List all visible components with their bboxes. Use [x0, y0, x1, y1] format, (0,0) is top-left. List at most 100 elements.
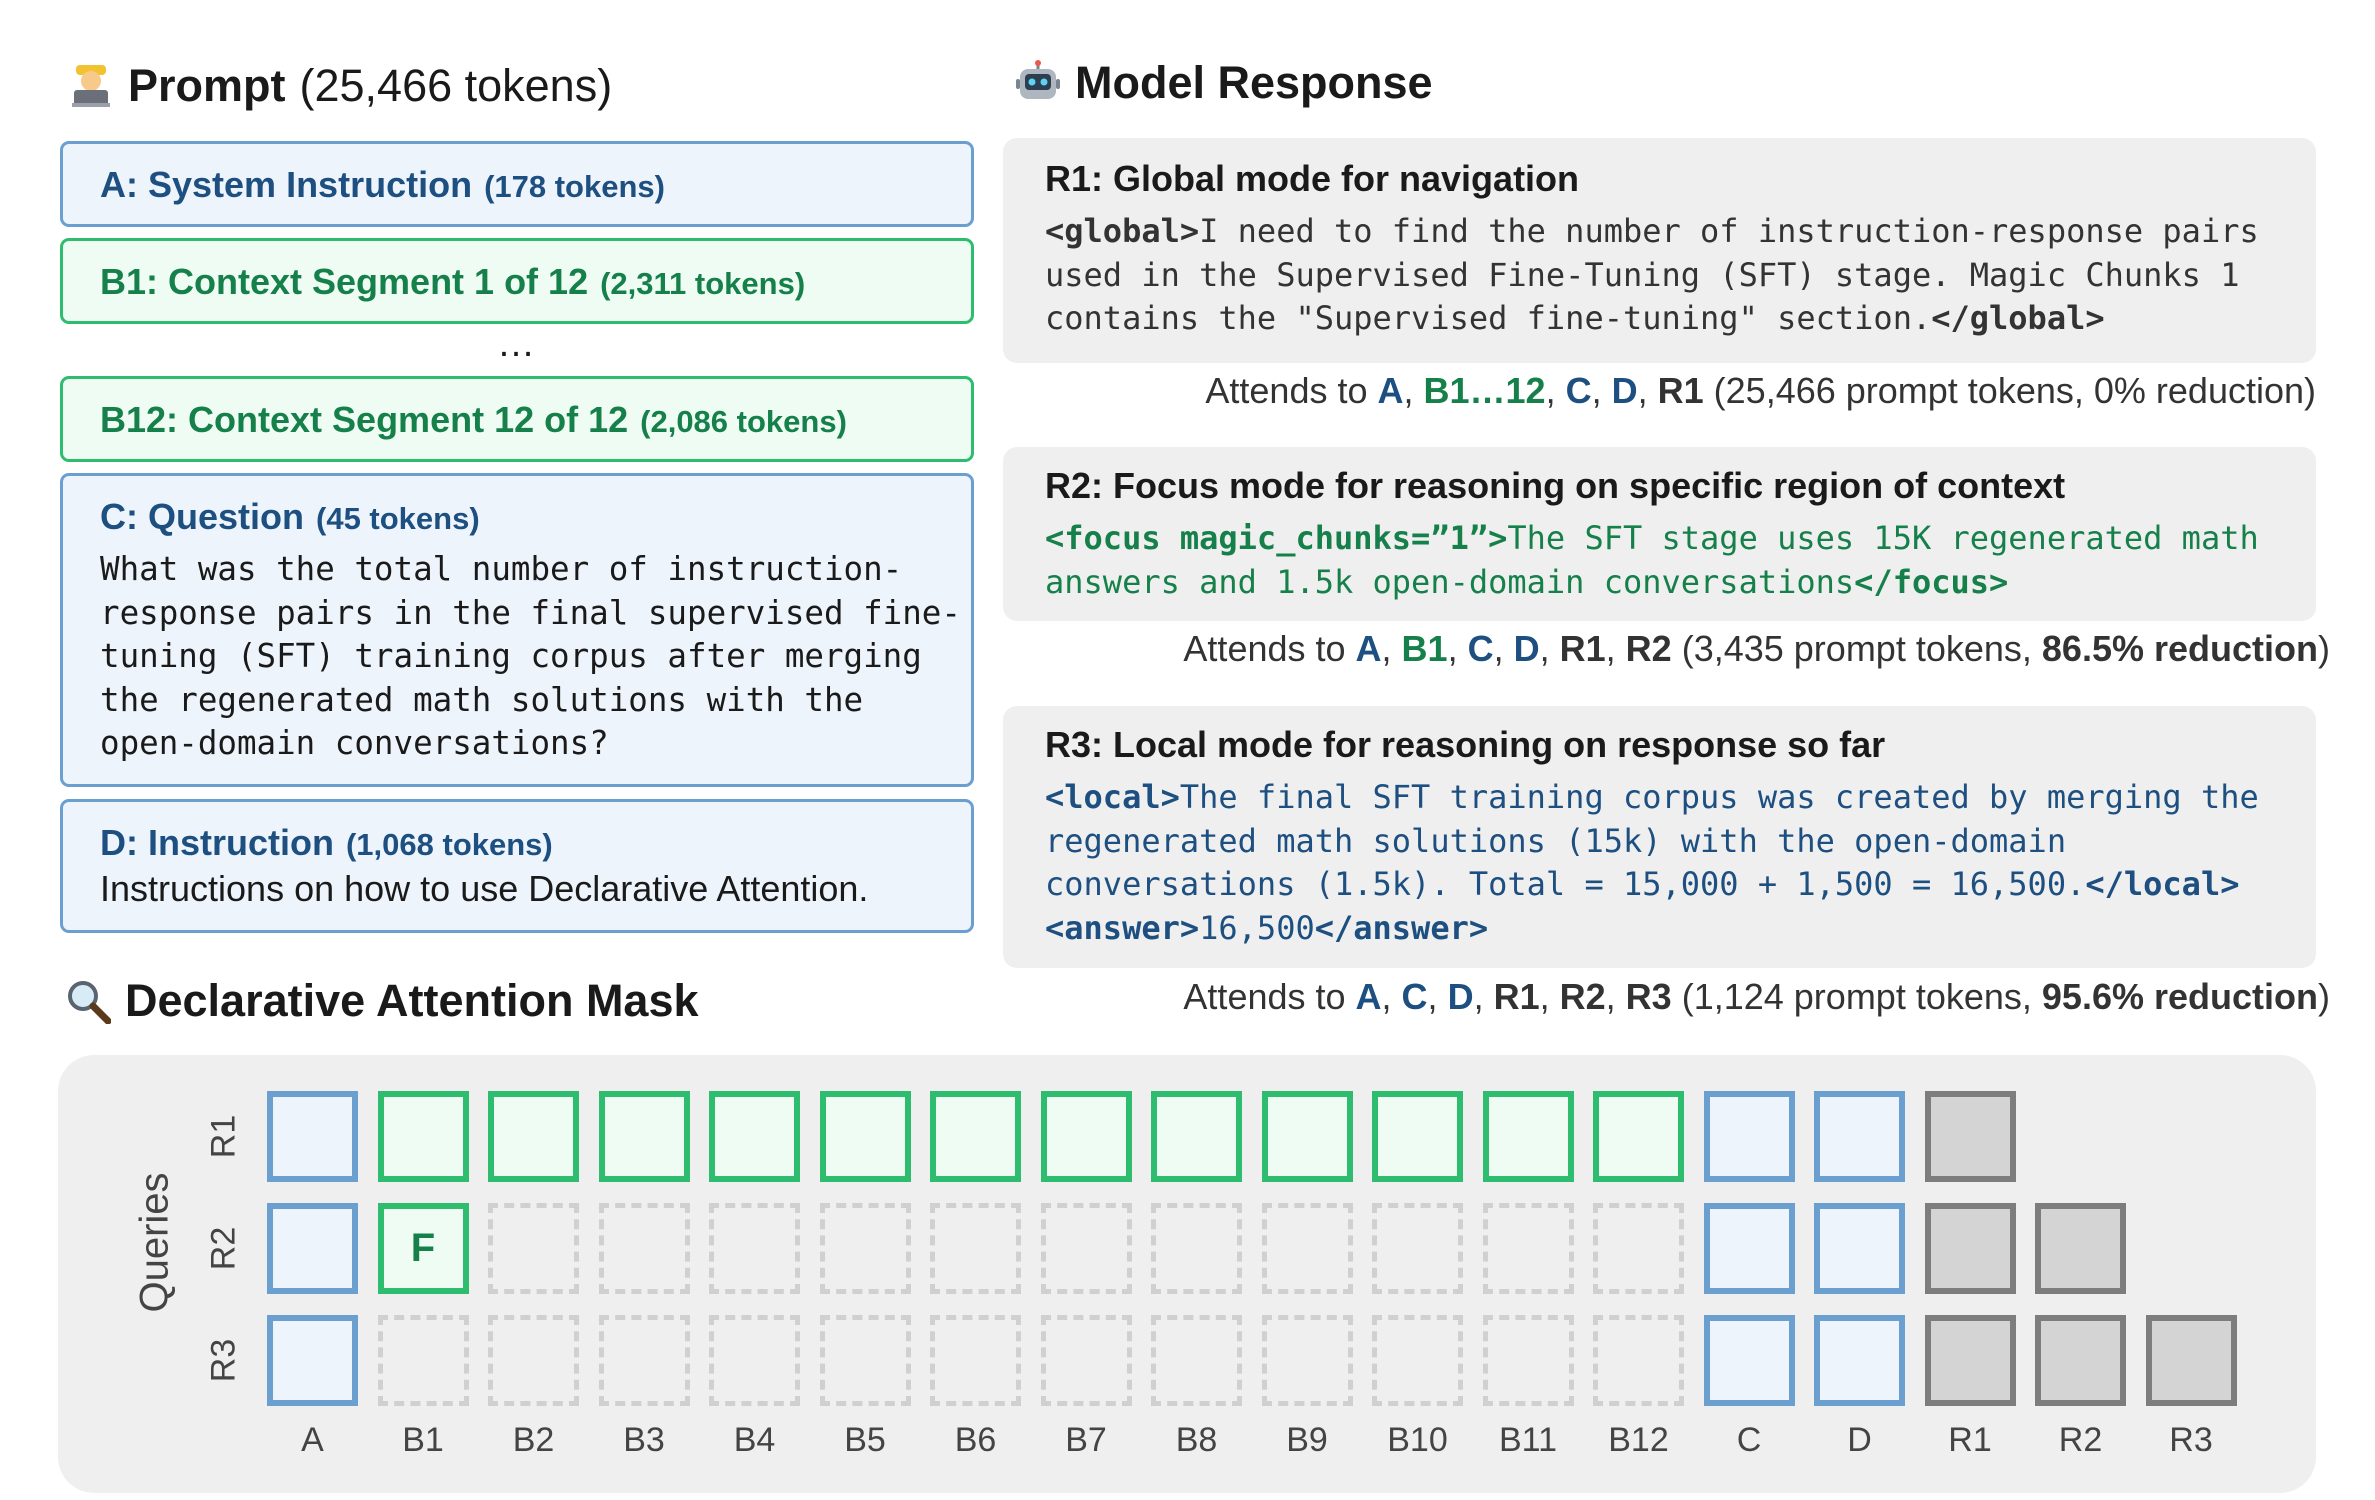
mask-cell-blue [267, 1203, 358, 1294]
mask-cell-green [819, 1091, 911, 1182]
local-text: The final SFT training corpus was create… [1045, 778, 2259, 903]
mask-cell-empty [1593, 1315, 1684, 1406]
mask-cell-empty [1372, 1203, 1463, 1294]
mask-cell-empty [819, 1315, 911, 1406]
mask-cell-green [488, 1091, 579, 1182]
mask-column-label: C [1736, 1421, 1762, 1459]
technologist-emoji-icon [68, 63, 114, 109]
robot-emoji-icon [1015, 60, 1061, 106]
mask-cell-green [1261, 1091, 1353, 1182]
mask-cell-blue [1703, 1091, 1795, 1182]
instruction-text: Instructions on how to use Declarative A… [100, 868, 869, 909]
mask-cell-empty [488, 1203, 579, 1294]
mask-cell-green [598, 1091, 690, 1182]
question-text: What was the total number of instruction… [100, 550, 961, 762]
mask-row-label: R3 [204, 1338, 243, 1382]
mask-cell-empty [1261, 1203, 1353, 1294]
mask-row-label: R1 [204, 1114, 243, 1158]
mask-cell-gray [1924, 1315, 2016, 1406]
response-r1-panel: R1: Global mode for navigation <global>I… [1003, 138, 2316, 363]
mask-cell-empty [598, 1315, 690, 1406]
mask-cell-empty [1372, 1315, 1463, 1406]
mask-column-label: B3 [623, 1421, 665, 1459]
answer-open-tag: <answer> [1045, 908, 1200, 947]
mask-cell-empty [377, 1315, 469, 1406]
mask-cell-green [377, 1091, 469, 1182]
mask-cell-empty [709, 1315, 800, 1406]
focus-open-tag: <focus magic_chunks=”1”> [1045, 519, 1508, 557]
response-r2-body: <focus magic_chunks=”1”>The SFT stage us… [1045, 517, 2259, 604]
mask-cell-empty [1261, 1315, 1353, 1406]
mask-cell-empty [1040, 1315, 1132, 1406]
context-segment-1-label: B1: Context Segment 1 of 12 [100, 261, 589, 302]
mask-cell-empty [1151, 1315, 1242, 1406]
response-r2-panel: R2: Focus mode for reasoning on specific… [1003, 447, 2316, 621]
instruction-tokens: (1,068 tokens) [345, 827, 553, 862]
queries-axis-label: Queries [132, 1172, 177, 1313]
response-r3-panel: R3: Local mode for reasoning on response… [1003, 706, 2316, 968]
mask-cell-empty [1151, 1203, 1242, 1294]
instruction-label: D: Instruction [100, 822, 334, 863]
mask-cell-blue [267, 1315, 358, 1406]
mask-cell-empty [488, 1315, 579, 1406]
mask-column-label: A [301, 1421, 324, 1459]
system-instruction-label: A: System Instruction [100, 164, 473, 205]
mask-cell-green [709, 1091, 800, 1182]
mask-column-label: B11 [1499, 1421, 1557, 1459]
context-segment-12-box: B12: Context Segment 12 of 12 (2,086 toke… [60, 376, 974, 462]
mask-cell-blue [1814, 1203, 1905, 1294]
answer-close-tag: </answer> [1314, 908, 1489, 947]
mask-cell-empty [1040, 1203, 1132, 1294]
mask-cell-green [930, 1091, 1021, 1182]
context-segment-12-tokens: (2,086 tokens) [640, 404, 847, 439]
mask-cell-gray [2145, 1315, 2237, 1406]
answer-value: 16,500 [1199, 908, 1315, 947]
question-tokens: (45 tokens) [316, 501, 480, 536]
response-r3-heading: R3: Local mode for reasoning on response… [1045, 724, 1886, 765]
mask-column-label: B12 [1608, 1421, 1669, 1459]
mask-column-label: R1 [1948, 1421, 1992, 1459]
mask-column-label: B9 [1286, 1421, 1328, 1459]
global-close-tag: </global> [1931, 299, 2105, 337]
context-segment-12-label: B12: Context Segment 12 of 12 [100, 399, 629, 440]
system-instruction-box: A: System Instruction (178 tokens) [60, 141, 974, 227]
mask-cell-empty [598, 1203, 690, 1294]
mask-cell-blue [1814, 1315, 1905, 1406]
mask-column-label: D [1847, 1421, 1872, 1459]
response-r1-attends: Attends to A, B1…12, C, D, R1 (25,466 pr… [1205, 370, 2316, 411]
question-box: C: Question (45 tokens) What was the tota… [60, 473, 974, 787]
mask-title: Declarative Attention Mask [65, 975, 699, 1027]
response-r3-body: <local>The final SFT training corpus was… [1045, 776, 2259, 950]
mask-cell-blue [1703, 1203, 1795, 1294]
system-instruction-tokens: (178 tokens) [484, 169, 665, 204]
mask-cell-blue [1814, 1091, 1905, 1182]
segments-ellipsis: … [497, 323, 535, 365]
question-label: C: Question [100, 496, 304, 537]
mask-column-label: B1 [402, 1421, 444, 1459]
mask-cell-blue [1703, 1315, 1795, 1406]
mask-column-label: R2 [2058, 1421, 2103, 1459]
mask-cell-gray [2035, 1203, 2126, 1294]
mask-column-label: B8 [1175, 1421, 1218, 1459]
mask-cell-green [1151, 1091, 1242, 1182]
mask-cell-empty [1482, 1315, 1574, 1406]
mask-cell-green [1482, 1091, 1574, 1182]
mask-column-label: B6 [954, 1421, 997, 1459]
response-r2-heading: R2: Focus mode for reasoning on specific… [1045, 465, 2066, 506]
response-r1-heading: R1: Global mode for navigation [1045, 158, 1580, 199]
context-segment-1-tokens: (2,311 tokens) [600, 266, 806, 301]
mask-column-label: B7 [1065, 1421, 1107, 1459]
magnifier-emoji-icon [65, 978, 112, 1025]
mask-cell-gray [2035, 1315, 2126, 1406]
response-r2-attends: Attends to A, B1, C, D, R1, R2 (3,435 pr… [1183, 628, 2330, 669]
local-close-tag: </local> [2085, 865, 2240, 903]
mask-cell-empty [709, 1203, 800, 1294]
mask-column-label: B4 [733, 1421, 776, 1459]
mask-row-label: R2 [204, 1226, 243, 1270]
focus-close-tag: </focus> [1854, 562, 2009, 601]
mask-cell-empty [819, 1203, 911, 1294]
mask-cell-empty [930, 1315, 1021, 1406]
mask-cell-green [1040, 1091, 1132, 1182]
context-segment-1-box: B1: Context Segment 1 of 12 (2,311 tokens… [60, 238, 974, 324]
mask-cell-green [1593, 1091, 1684, 1182]
